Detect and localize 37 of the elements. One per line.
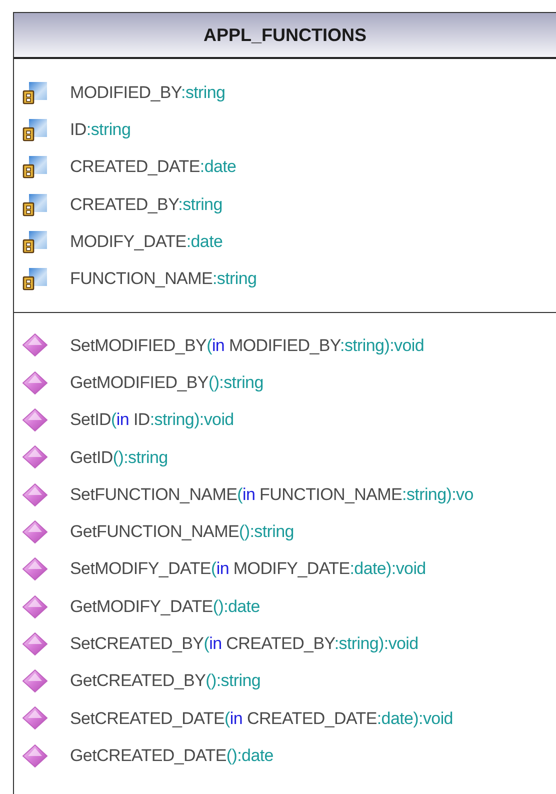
locked-field-icon: [22, 230, 48, 254]
diamond-icon: [22, 333, 48, 358]
operation-text: GetMODIFY_DATE():date: [70, 596, 260, 618]
attribute-text: ID:string: [70, 119, 131, 142]
operation-text: SetCREATED_BY(in CREATED_BY:string):void: [70, 633, 418, 656]
operation-text: GetID():string: [70, 446, 168, 469]
diamond-icon: [22, 482, 48, 507]
attribute-text: MODIFIED_BY:string: [70, 82, 226, 104]
attribute-text: CREATED_BY:string: [70, 194, 222, 216]
operation-text: SetMODIFIED_BY(in MODIFIED_BY:string):void: [70, 334, 424, 357]
attribute-text: MODIFY_DATE:date: [70, 231, 223, 254]
operation-text: SetID(in ID:string):void: [70, 409, 234, 432]
operation-text: GetFUNCTION_NAME():string: [70, 521, 294, 544]
locked-field-icon: [22, 155, 48, 180]
locked-field-icon: [22, 118, 48, 142]
operation-text: SetCREATED_DATE(in CREATED_DATE:date):void: [70, 708, 453, 730]
diamond-icon: [22, 669, 48, 694]
operation-text: SetFUNCTION_NAME(in FUNCTION_NAME:string):vo: [70, 484, 474, 506]
attribute-text: CREATED_DATE:date: [70, 156, 236, 178]
operation-text: GetMODIFIED_BY():string: [70, 372, 264, 394]
locked-field-icon: [22, 192, 48, 217]
diamond-icon: [22, 632, 48, 656]
attribute-text: FUNCTION_NAME:string: [70, 268, 257, 290]
diamond-icon: [22, 445, 48, 470]
diamond-icon: [22, 408, 48, 432]
diamond-icon: [22, 706, 48, 730]
diamond-icon: [22, 594, 48, 618]
operation-text: GetCREATED_BY():string: [70, 670, 261, 692]
diamond-icon: [22, 557, 48, 582]
diamond-icon: [22, 520, 48, 544]
diamond-icon: [22, 744, 48, 768]
locked-field-icon: [22, 80, 48, 105]
locked-field-icon: [22, 267, 48, 292]
diamond-icon: [22, 370, 48, 395]
class-name: APPL_FUNCTIONS: [203, 24, 366, 46]
operation-text: GetCREATED_DATE():date: [70, 744, 274, 767]
operation-text: SetMODIFY_DATE(in MODIFY_DATE:date):void: [70, 558, 426, 580]
